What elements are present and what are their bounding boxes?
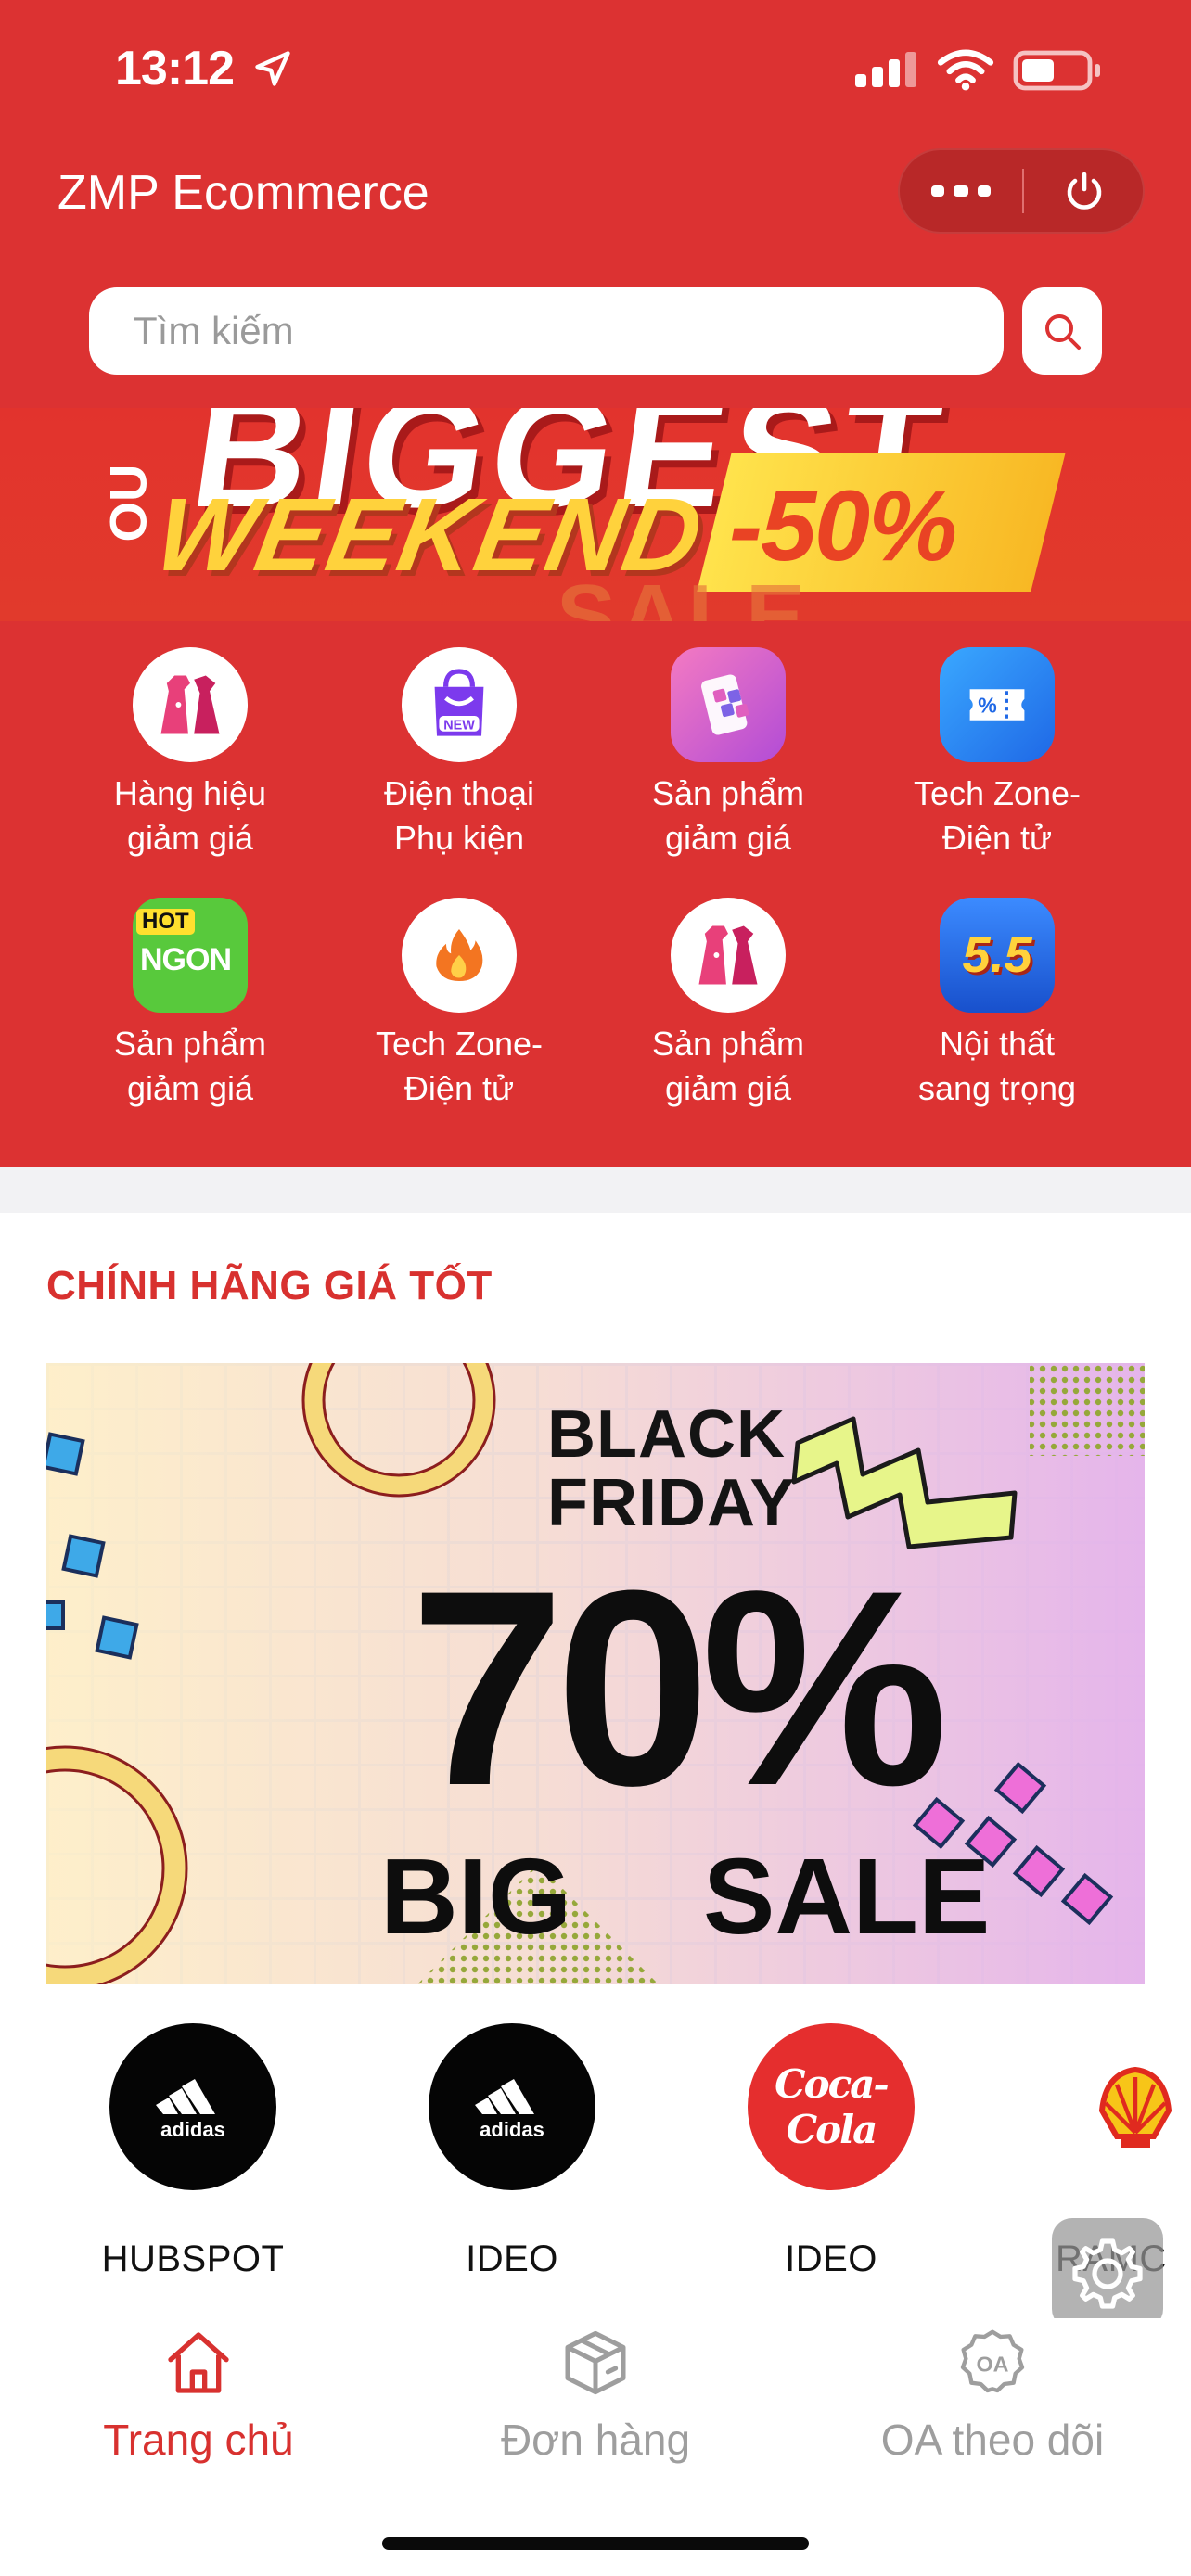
phone-apps-icon [671, 647, 786, 762]
svg-text:adidas: adidas [480, 2118, 544, 2141]
category-item-3[interactable]: Sản phẩm giảm giá [594, 647, 863, 861]
category-label: Tech Zone- Điện tử [913, 774, 1082, 857]
close-app-button[interactable] [1024, 150, 1145, 232]
home-indicator [382, 2537, 809, 2550]
category-item-1[interactable]: Hàng hiệu giảm giá [56, 647, 325, 861]
search-input[interactable] [89, 287, 1004, 375]
category-label: Điện thoại Phụ kiện [383, 774, 535, 857]
category-item-6[interactable]: Tech Zone- Điện tử [325, 898, 594, 1111]
shell-logo [1057, 2023, 1191, 2190]
category-item-5[interactable]: HOT NGON Sản phẩm giảm giá [56, 898, 325, 1111]
svg-text:NEW: NEW [443, 718, 475, 733]
hot-ngon-icon: HOT NGON [133, 898, 248, 1013]
category-label: Nội thất sang trọng [917, 1025, 1077, 1107]
brand-name: HUBSPOT [101, 2238, 285, 2279]
promo-big-text: BIG [380, 1836, 572, 1957]
settings-floating-button[interactable] [1052, 2218, 1163, 2329]
tab-orders[interactable]: Đơn hàng [429, 2326, 762, 2465]
promo-line-2: FRIDAY [547, 1466, 796, 1540]
tab-label: Đơn hàng [500, 2416, 691, 2464]
brand-item-3[interactable]: Coca-Cola IDEO [738, 2023, 924, 2280]
category-item-7[interactable]: Sản phẩm giảm giá [594, 898, 863, 1111]
battery-icon [1013, 50, 1100, 91]
dress-icon [671, 898, 786, 1013]
category-label: Sản phẩm giảm giá [651, 774, 805, 857]
brand-item-1[interactable]: adidas HUBSPOT [100, 2023, 286, 2280]
new-bag-icon: NEW [402, 647, 517, 762]
section-title: CHÍNH HÃNG GIÁ TỐT [46, 1263, 493, 1308]
tab-label: Trang chủ [103, 2416, 294, 2464]
category-label: Sản phẩm giảm giá [113, 1025, 267, 1107]
mini-app-capsule [898, 148, 1145, 234]
category-label: Sản phẩm giảm giá [651, 1025, 805, 1107]
category-item-4[interactable]: % Tech Zone- Điện tử [863, 647, 1132, 861]
wifi-icon [937, 49, 994, 91]
location-arrow-icon [255, 51, 290, 86]
cellular-signal-icon [855, 52, 916, 87]
category-label: Hàng hiệu giảm giá [113, 774, 267, 857]
package-icon [565, 2330, 626, 2395]
hero-discount-text: -50% [729, 469, 957, 581]
svg-text:OA: OA [977, 2352, 1009, 2376]
coca-cola-logo: Coca-Cola [748, 2023, 915, 2190]
sale-5-5-icon: 5.5 [940, 898, 1055, 1013]
ticket-percent-icon: % [940, 647, 1055, 762]
tab-label: OA theo dõi [880, 2416, 1105, 2464]
dress-icon [133, 647, 248, 762]
brand-name: IDEO [785, 2238, 877, 2279]
ngon-badge-text: NGON [140, 942, 232, 977]
brand-name: IDEO [466, 2238, 558, 2279]
svg-text:adidas: adidas [160, 2118, 225, 2141]
status-bar: 13:12 [0, 0, 1191, 139]
more-dots-icon [931, 185, 991, 197]
adidas-logo: adidas [109, 2023, 276, 2190]
power-icon [1067, 172, 1102, 210]
home-icon [168, 2332, 229, 2393]
promo-sale-text: SALE [703, 1836, 991, 1957]
category-item-8[interactable]: 5.5 Nội thất sang trọng [863, 898, 1132, 1111]
section-separator [0, 1167, 1191, 1213]
category-item-2[interactable]: NEW Điện thoại Phụ kiện [325, 647, 594, 861]
hot-badge-text: HOT [136, 909, 195, 935]
search-icon [1045, 314, 1081, 350]
promo-percent: 70% [410, 1532, 948, 1843]
app-title: ZMP Ecommerce [58, 166, 429, 220]
coca-cola-wordmark: Coca-Cola [775, 2061, 890, 2152]
search-button[interactable] [1022, 287, 1102, 375]
hero-side-text: OU [98, 464, 158, 542]
sale-5-5-text: 5.5 [962, 927, 1032, 983]
tab-oa-follow[interactable]: OA OA theo dõi [826, 2326, 1159, 2465]
promo-line-1: BLACK [547, 1397, 786, 1472]
status-time: 13:12 [115, 42, 235, 96]
oa-badge-icon: OA [960, 2329, 1025, 2393]
tab-home[interactable]: Trang chủ [32, 2326, 365, 2465]
black-friday-banner[interactable]: BLACK FRIDAY 70% BIG SALE [46, 1363, 1145, 1984]
category-label: Tech Zone- Điện tử [375, 1025, 544, 1107]
flame-icon [402, 898, 517, 1013]
svg-text:%: % [978, 693, 997, 717]
brand-item-2[interactable]: adidas IDEO [419, 2023, 605, 2280]
hero-banner[interactable]: OU BIGGEST WEEKEND SALE -50% [0, 408, 1191, 621]
more-options-button[interactable] [900, 150, 1022, 232]
adidas-logo: adidas [429, 2023, 596, 2190]
gear-icon [1072, 2238, 1143, 2309]
